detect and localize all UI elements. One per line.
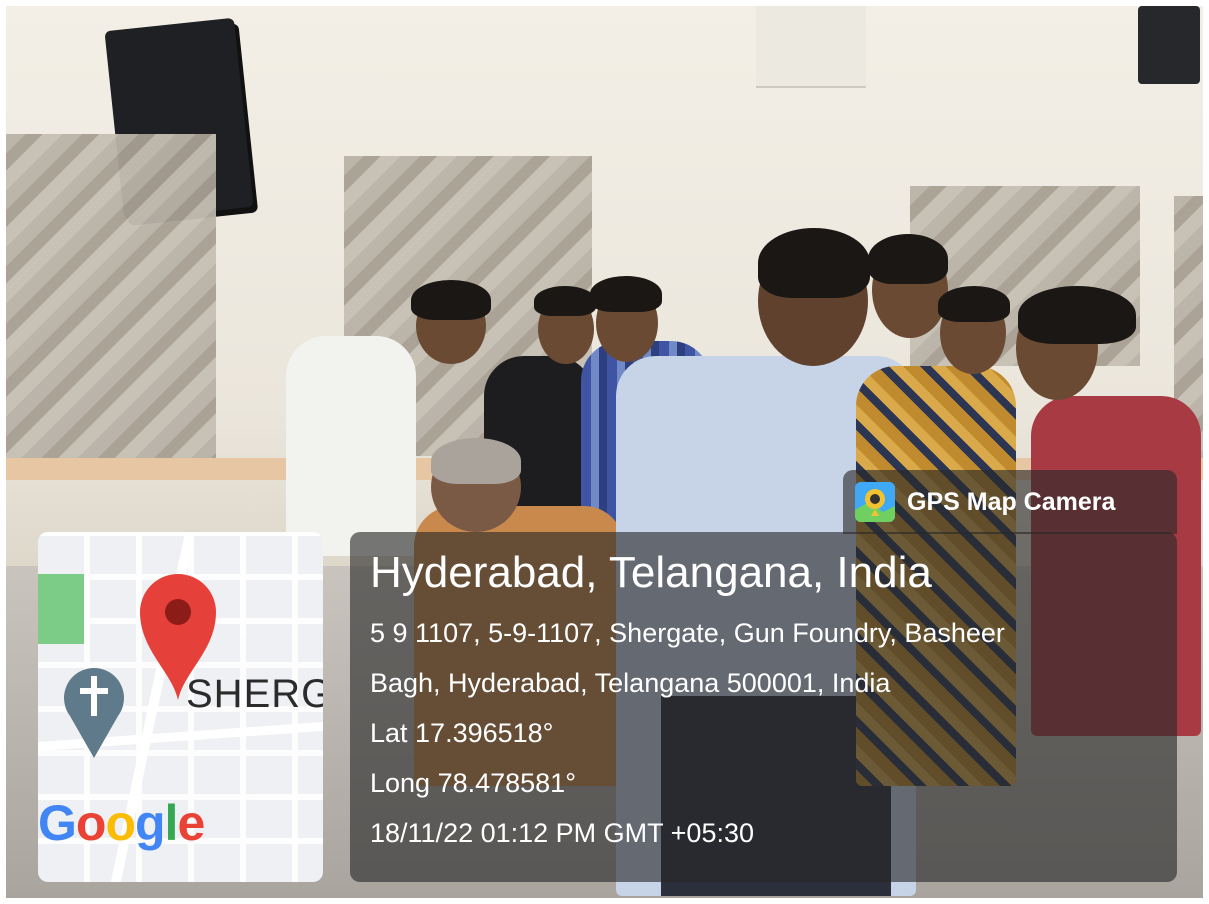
gps-map-camera-badge: GPS Map Camera — [843, 470, 1177, 534]
church-icon — [64, 668, 124, 758]
person-hair — [431, 438, 521, 484]
person-hair — [411, 280, 491, 320]
person-hair — [938, 286, 1010, 322]
brand-name: GPS Map Camera — [907, 487, 1116, 516]
wall-speaker-right — [1138, 6, 1200, 84]
longitude-text: Long 78.478581° — [370, 768, 576, 798]
timestamp-text: 18/11/22 01:12 PM GMT +05:30 — [370, 818, 754, 848]
location-title: Hyderabad, Telangana, India — [370, 548, 932, 597]
latitude-text: Lat 17.396518° — [370, 718, 554, 748]
location-info-panel: Hyderabad, Telangana, India 5 9 1107, 5-… — [350, 532, 1177, 882]
map-place-label: SHERG — [186, 672, 323, 716]
person-hair — [590, 276, 662, 312]
ceiling-beam — [756, 6, 866, 88]
person-hair — [534, 286, 596, 316]
person-white-shirt — [286, 336, 416, 556]
person-hair — [758, 228, 870, 298]
google-logo: Google — [38, 795, 205, 851]
curtain-left — [6, 134, 216, 462]
person-hair — [868, 234, 948, 284]
map-thumbnail: SHERG Google — [38, 532, 323, 882]
address-line-1: 5 9 1107, 5-9-1107, Shergate, Gun Foundr… — [370, 618, 1005, 648]
address-line-2: Bagh, Hyderabad, Telangana 500001, India — [370, 668, 891, 698]
gps-camera-logo-icon — [855, 482, 895, 522]
person-hair — [1018, 286, 1136, 344]
map-park — [38, 574, 84, 644]
